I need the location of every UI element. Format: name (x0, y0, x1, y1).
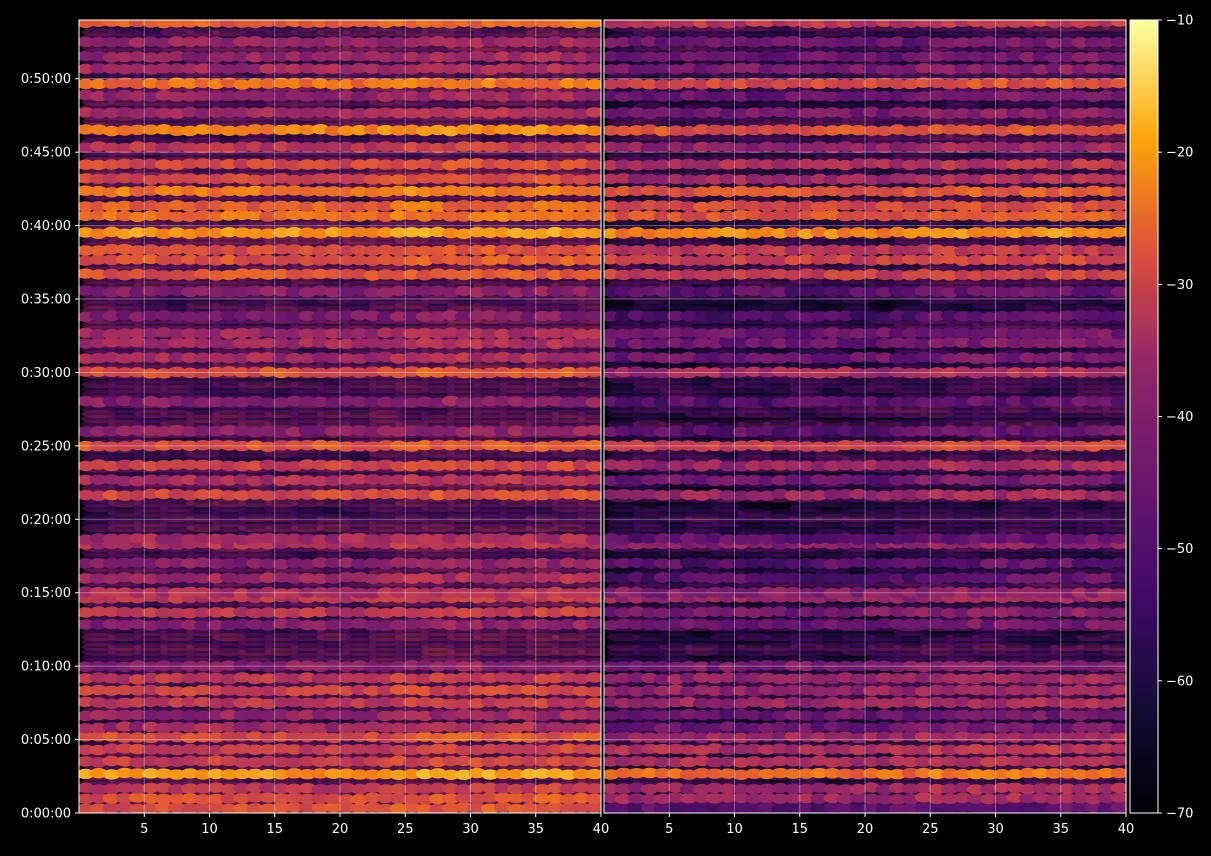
panel-left-heatmap (77, 16, 612, 814)
chart-root: 0:00:000:05:000:10:000:15:000:20:000:25:… (0, 0, 1211, 852)
heatmap-figure: 0:00:000:05:000:10:000:15:000:20:000:25:… (0, 0, 1211, 852)
